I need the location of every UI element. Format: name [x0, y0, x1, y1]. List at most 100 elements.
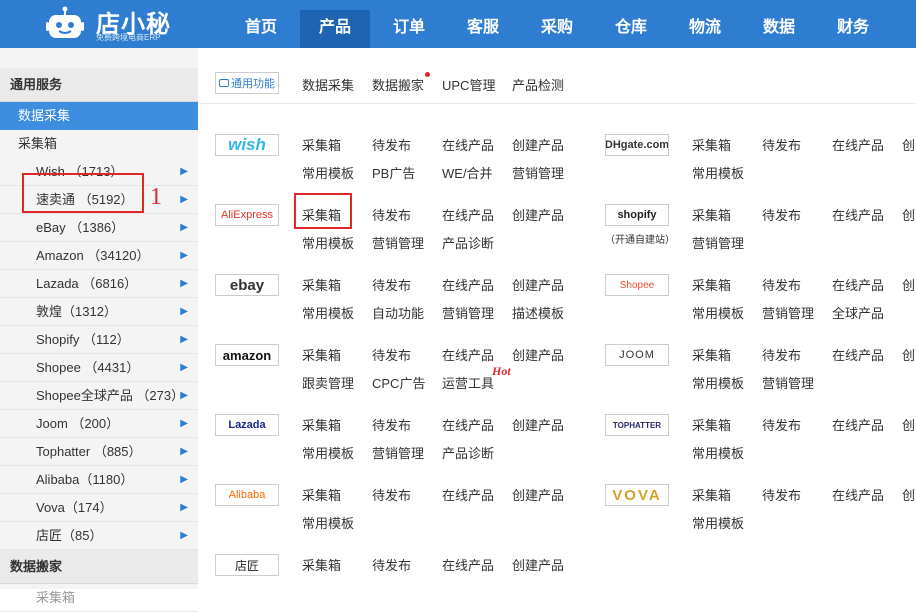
- platform-link[interactable]: 创建产品: [512, 275, 564, 294]
- platform-link[interactable]: 待发布: [762, 275, 801, 294]
- nav-item-9[interactable]: 服: [892, 10, 916, 48]
- platform-link[interactable]: 在线产品: [832, 345, 884, 364]
- nav-item-2[interactable]: 订单: [374, 10, 444, 48]
- platform-link[interactable]: 采集箱: [302, 275, 341, 294]
- platform-logo-lazada[interactable]: Lazada: [215, 414, 279, 436]
- platform-link[interactable]: 创建产品: [512, 555, 564, 574]
- sidebar-subtitle-collection-box[interactable]: 采集箱: [0, 130, 198, 158]
- sidebar-platform-item[interactable]: Vova（174） ▶: [0, 494, 198, 522]
- nav-item-8[interactable]: 财务: [818, 10, 888, 48]
- nav-item-7[interactable]: 数据: [744, 10, 814, 48]
- platform-link[interactable]: 常用模板: [692, 163, 744, 182]
- platform-logo-aliexpress[interactable]: AliExpress: [215, 204, 279, 226]
- platform-link[interactable]: 待发布: [762, 135, 801, 154]
- platform-link[interactable]: 在线产品: [832, 205, 884, 224]
- platform-link[interactable]: WE/合并: [442, 163, 493, 182]
- platform-link[interactable]: 待发布: [372, 485, 411, 504]
- platform-link[interactable]: 采集箱: [692, 485, 731, 504]
- platform-link[interactable]: 创: [902, 135, 915, 154]
- platform-link[interactable]: 创: [902, 205, 915, 224]
- brand-logo[interactable]: 店小秘 免费跨境电商ERP: [42, 2, 202, 46]
- platform-link[interactable]: 待发布: [762, 205, 801, 224]
- platform-link[interactable]: 在线产品: [832, 275, 884, 294]
- platform-link[interactable]: 创建产品: [512, 485, 564, 504]
- platform-link[interactable]: 创建产品: [512, 205, 564, 224]
- sidebar-platform-item[interactable]: 店匠（85） ▶: [0, 522, 198, 550]
- platform-link[interactable]: 创建产品: [512, 345, 564, 364]
- sidebar-platform-item[interactable]: eBay （1386） ▶: [0, 214, 198, 242]
- platform-link[interactable]: 采集箱: [302, 135, 341, 154]
- platform-link[interactable]: 创: [902, 415, 915, 434]
- platform-link[interactable]: 常用模板: [302, 443, 354, 462]
- platform-link[interactable]: 采集箱: [302, 415, 341, 434]
- nav-item-0[interactable]: 首页: [226, 10, 296, 48]
- platform-link[interactable]: 创: [902, 345, 915, 364]
- platform-link[interactable]: 在线产品: [442, 135, 494, 154]
- platform-logo-ebay[interactable]: ebay: [215, 274, 279, 296]
- link-product-check[interactable]: 产品检测: [512, 75, 564, 94]
- platform-link[interactable]: 在线产品: [442, 485, 494, 504]
- platform-link[interactable]: 常用模板: [302, 303, 354, 322]
- platform-link[interactable]: 待发布: [372, 345, 411, 364]
- platform-link[interactable]: 采集箱: [302, 345, 341, 364]
- platform-link[interactable]: 跟卖管理: [302, 373, 354, 392]
- platform-link[interactable]: 采集箱: [692, 415, 731, 434]
- platform-link[interactable]: 产品诊断: [442, 233, 494, 252]
- platform-link[interactable]: 产品诊断: [442, 443, 494, 462]
- platform-link[interactable]: 采集箱: [302, 555, 341, 574]
- platform-logo-joom[interactable]: JOOM: [605, 344, 669, 366]
- platform-link[interactable]: 在线产品: [442, 205, 494, 224]
- sidebar-platform-item[interactable]: Joom （200） ▶: [0, 410, 198, 438]
- sidebar-item-data-collection[interactable]: 数据采集: [0, 102, 198, 130]
- platform-link[interactable]: 营销管理: [512, 163, 564, 182]
- sidebar-platform-item[interactable]: Shopify （112） ▶: [0, 326, 198, 354]
- nav-item-3[interactable]: 客服: [448, 10, 518, 48]
- sidebar-section-data-migration[interactable]: 数据搬家: [0, 550, 198, 584]
- platform-logo-dhgate-com[interactable]: DHgate.com: [605, 134, 669, 156]
- platform-logo-alibaba[interactable]: Alibaba: [215, 484, 279, 506]
- nav-item-4[interactable]: 采购: [522, 10, 592, 48]
- platform-link[interactable]: 待发布: [372, 135, 411, 154]
- platform-link[interactable]: PB广告: [372, 163, 415, 182]
- platform-logo-wish[interactable]: wish: [215, 134, 279, 156]
- platform-link[interactable]: 待发布: [762, 415, 801, 434]
- nav-item-5[interactable]: 仓库: [596, 10, 666, 48]
- platform-link[interactable]: 营销管理: [372, 233, 424, 252]
- platform-link[interactable]: 采集箱: [692, 345, 731, 364]
- platform-link[interactable]: 常用模板: [692, 513, 744, 532]
- platform-link[interactable]: 在线产品: [832, 485, 884, 504]
- platform-logo-amazon[interactable]: amazon: [215, 344, 279, 366]
- platform-link[interactable]: 采集箱: [692, 205, 731, 224]
- platform-logo-shopify[interactable]: shopify: [605, 204, 669, 226]
- platform-logo-shopee[interactable]: Shopee: [605, 274, 669, 296]
- platform-link[interactable]: 在线产品: [832, 415, 884, 434]
- platform-link[interactable]: 创: [902, 275, 915, 294]
- nav-item-6[interactable]: 物流: [670, 10, 740, 48]
- sidebar-item-next[interactable]: 采集箱: [0, 584, 198, 612]
- platform-link[interactable]: 待发布: [762, 345, 801, 364]
- platform-link[interactable]: 待发布: [372, 275, 411, 294]
- platform-link[interactable]: 创建产品: [512, 135, 564, 154]
- platform-link[interactable]: 营销管理: [762, 373, 814, 392]
- platform-link[interactable]: 在线产品: [442, 275, 494, 294]
- platform-link[interactable]: 采集箱: [692, 135, 731, 154]
- sidebar-platform-item[interactable]: 敦煌（1312） ▶: [0, 298, 198, 326]
- link-upc-management[interactable]: UPC管理: [442, 75, 495, 94]
- link-data-collection[interactable]: 数据采集: [302, 75, 354, 94]
- platform-link[interactable]: 常用模板: [302, 233, 354, 252]
- platform-link[interactable]: 待发布: [372, 555, 411, 574]
- platform-link[interactable]: CPC广告: [372, 373, 425, 392]
- platform-link[interactable]: 自动功能: [372, 303, 424, 322]
- platform-link[interactable]: 采集箱: [692, 275, 731, 294]
- platform-link[interactable]: 在线产品: [442, 345, 494, 364]
- platform-link[interactable]: 营销管理: [762, 303, 814, 322]
- platform-logo-vova[interactable]: VOVA: [605, 484, 669, 506]
- platform-link[interactable]: 全球产品: [832, 303, 884, 322]
- sidebar-platform-item[interactable]: Shopee （4431） ▶: [0, 354, 198, 382]
- platform-link[interactable]: 描述模板: [512, 303, 564, 322]
- platform-link[interactable]: 采集箱: [302, 485, 341, 504]
- platform-link[interactable]: 常用模板: [302, 163, 354, 182]
- platform-link[interactable]: 常用模板: [692, 443, 744, 462]
- platform-link[interactable]: 常用模板: [692, 303, 744, 322]
- link-data-migration[interactable]: 数据搬家: [372, 75, 424, 94]
